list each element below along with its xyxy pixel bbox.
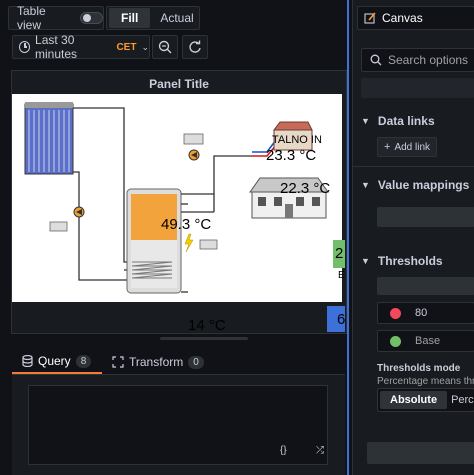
threshold-row-base: Base [377,330,474,352]
hot-water-tank [126,188,188,294]
blue-value-badge: 6 [327,306,345,332]
add-threshold-bar[interactable] [377,277,474,295]
thresholds-mode-desc: Percentage means thresholds relative to … [377,376,474,387]
pane-resize-handle[interactable] [160,337,248,340]
tab-query[interactable]: Query 8 [12,350,102,374]
add-link-button[interactable]: + Add link [377,137,438,157]
heater-lightning-icon [184,233,194,253]
viz-picker[interactable]: Canvas [357,6,474,30]
tab-query-count: 8 [75,354,92,368]
vertical-splitter[interactable] [347,0,349,475]
small-e-label: E [338,270,345,281]
search-placeholder: Search options [388,53,469,67]
panel-title[interactable]: Panel Title [12,77,346,91]
tank-temperature: 49.3 °C [161,216,212,233]
value-mappings-header[interactable]: ▼ Value mappings [361,178,469,192]
thresholds-mode-radio: Absolute Percentage [377,388,474,412]
search-icon [370,54,382,66]
green-value-badge: 2 [333,240,345,268]
value-mappings-title: Value mappings [377,178,470,192]
refresh-icon [189,40,201,53]
absolute-option[interactable]: Absolute [380,391,448,409]
data-links-title: Data links [377,114,435,128]
fill-actual-segmented: Fill Actual [106,6,200,30]
solar-collector [24,102,74,175]
solar-pump-icon [73,206,85,218]
threshold-row-red[interactable]: 80 [377,302,474,324]
time-range-label: Last 30 minutes [35,33,78,61]
value-mappings-add[interactable] [377,207,474,227]
data-links-header[interactable]: ▼ Data links [361,114,435,128]
sensor-box-top [183,133,204,145]
bottom-option-bar[interactable] [367,442,474,464]
options-bar[interactable] [361,78,474,98]
chevron-down-icon: ⌄ [141,41,149,52]
threshold-value: 80 [415,307,428,319]
canvas-panel: TALNO IN 23.3 °C 22.3 °C 49.3 °C 14 °C [12,94,342,334]
refresh-button[interactable] [182,35,208,59]
braces-button[interactable]: {} [280,445,287,456]
tab-transform-count: 0 [188,355,204,369]
zoom-out-button[interactable] [152,35,178,59]
zoom-out-icon [158,40,172,54]
canvas-icon [364,12,376,24]
sensor-box-tank [199,239,218,250]
time-range-picker[interactable]: Last 30 minutes CET ⌄ [12,33,150,61]
fill-option[interactable]: Fill [109,8,151,28]
actual-option[interactable]: Actual [150,8,203,28]
chevron-down-icon: ▼ [361,116,370,126]
threshold-green-swatch[interactable] [390,335,401,347]
timezone-badge: CET [116,41,137,53]
database-icon [22,355,33,367]
thresholds-mode-title: Thresholds mode [377,363,461,374]
table-view-switch[interactable] [79,12,103,24]
tab-query-label: Query [38,354,71,368]
viz-name: Canvas [382,11,423,25]
house-pump-icon [188,149,200,161]
tab-transform-label: Transform [129,355,184,369]
chevron-down-icon: ▼ [361,256,370,266]
outside-temperature: 14 °C [188,317,226,334]
query-editor: {} ⤮ [12,374,345,475]
table-view-toggle[interactable]: Table view [8,4,104,32]
divider-bar [353,166,474,167]
canvas-diagram [24,102,329,294]
house-temperature: 22.3 °C [280,180,331,197]
add-link-label: Add link [394,141,431,153]
clock-icon [19,41,31,53]
threshold-red-swatch[interactable] [390,307,401,319]
base-label: Base [415,335,441,347]
tab-transform[interactable]: Transform 0 [112,350,204,374]
chevron-down-icon: ▼ [361,180,370,190]
talno-label: TALNO IN [272,134,322,146]
plus-icon: + [384,141,391,153]
expand-icon[interactable]: ⤮ [316,445,324,456]
sensor-box-left [49,221,68,232]
talno-temperature: 23.3 °C [266,147,317,164]
thresholds-header[interactable]: ▼ Thresholds [361,254,443,268]
transform-icon [112,356,124,368]
percentage-option[interactable]: Percentage [451,394,474,406]
search-options-input[interactable]: Search options [361,48,474,72]
grafana-panel-editor: Table view Fill Actual Last 30 minutes C… [0,0,474,475]
thresholds-title: Thresholds [377,254,443,268]
table-view-label: Table view [17,4,46,32]
options-pane: Canvas Search options ▼ Data links + Add… [352,0,474,475]
